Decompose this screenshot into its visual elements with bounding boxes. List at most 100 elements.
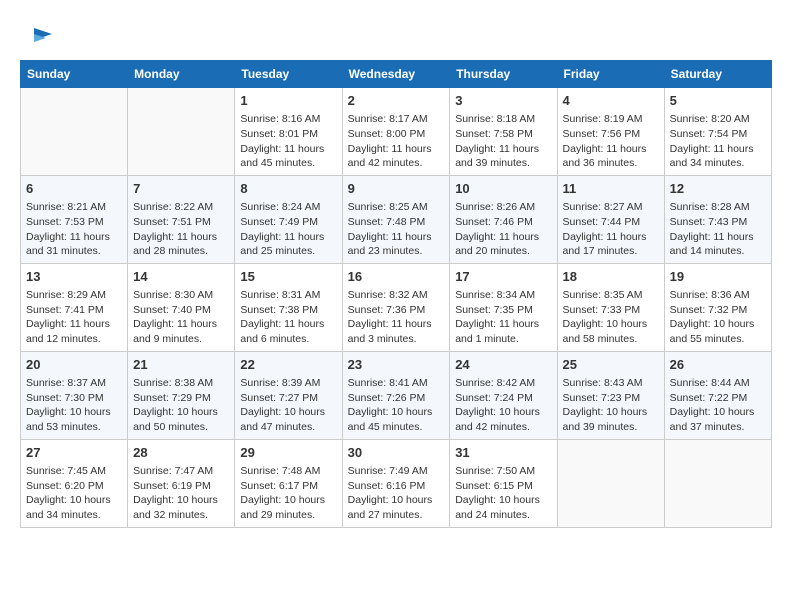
day-number: 25: [563, 356, 659, 374]
page: SundayMondayTuesdayWednesdayThursdayFrid…: [0, 0, 792, 544]
day-number: 23: [348, 356, 445, 374]
header-cell-thursday: Thursday: [450, 61, 557, 88]
day-number: 8: [240, 180, 336, 198]
day-number: 21: [133, 356, 229, 374]
calendar-cell: 1 Sunrise: 8:16 AM Sunset: 8:01 PM Daylig…: [235, 88, 342, 176]
calendar-cell: 10 Sunrise: 8:26 AM Sunset: 7:46 PM Dayli…: [450, 175, 557, 263]
day-info: Sunrise: 8:21 AM Sunset: 7:53 PM Dayligh…: [26, 200, 122, 259]
day-info: Sunrise: 8:36 AM Sunset: 7:32 PM Dayligh…: [670, 288, 766, 347]
week-row-4: 20 Sunrise: 8:37 AM Sunset: 7:30 PM Dayli…: [21, 351, 772, 439]
day-number: 7: [133, 180, 229, 198]
calendar-cell: 18Sunrise: 8:35 AM Sunset: 7:33 PM Dayli…: [557, 263, 664, 351]
calendar-cell: 9 Sunrise: 8:25 AM Sunset: 7:48 PM Daylig…: [342, 175, 450, 263]
calendar-cell: 8 Sunrise: 8:24 AM Sunset: 7:49 PM Daylig…: [235, 175, 342, 263]
day-number: 6: [26, 180, 122, 198]
day-number: 15: [240, 268, 336, 286]
day-info: Sunrise: 8:44 AM Sunset: 7:22 PM Dayligh…: [670, 376, 766, 435]
calendar-cell: 14 Sunrise: 8:30 AM Sunset: 7:40 PM Dayli…: [128, 263, 235, 351]
week-row-2: 6 Sunrise: 8:21 AM Sunset: 7:53 PM Daylig…: [21, 175, 772, 263]
day-info: Sunrise: 8:24 AM Sunset: 7:49 PM Dayligh…: [240, 200, 336, 259]
calendar-cell: 6 Sunrise: 8:21 AM Sunset: 7:53 PM Daylig…: [21, 175, 128, 263]
day-info: Sunrise: 8:34 AM Sunset: 7:35 PM Dayligh…: [455, 288, 551, 347]
day-info: Sunrise: 8:43 AM Sunset: 7:23 PM Dayligh…: [563, 376, 659, 435]
calendar-cell: 21 Sunrise: 8:38 AM Sunset: 7:29 PM Dayli…: [128, 351, 235, 439]
week-row-1: 1 Sunrise: 8:16 AM Sunset: 8:01 PM Daylig…: [21, 88, 772, 176]
day-info: Sunrise: 8:38 AM Sunset: 7:29 PM Dayligh…: [133, 376, 229, 435]
day-info: Sunrise: 8:18 AM Sunset: 7:58 PM Dayligh…: [455, 112, 551, 171]
calendar-header: SundayMondayTuesdayWednesdayThursdayFrid…: [21, 61, 772, 88]
calendar-cell: [664, 439, 771, 527]
calendar-cell: 11Sunrise: 8:27 AM Sunset: 7:44 PM Dayli…: [557, 175, 664, 263]
day-number: 28: [133, 444, 229, 462]
day-number: 16: [348, 268, 445, 286]
calendar-cell: 28Sunrise: 7:47 AM Sunset: 6:19 PM Dayli…: [128, 439, 235, 527]
day-number: 20: [26, 356, 122, 374]
calendar-cell: [557, 439, 664, 527]
day-info: Sunrise: 8:31 AM Sunset: 7:38 PM Dayligh…: [240, 288, 336, 347]
header-cell-sunday: Sunday: [21, 61, 128, 88]
calendar-cell: [128, 88, 235, 176]
day-number: 17: [455, 268, 551, 286]
day-number: 26: [670, 356, 766, 374]
day-info: Sunrise: 8:27 AM Sunset: 7:44 PM Dayligh…: [563, 200, 659, 259]
calendar-cell: 30 Sunrise: 7:49 AM Sunset: 6:16 PM Dayli…: [342, 439, 450, 527]
day-number: 14: [133, 268, 229, 286]
day-info: Sunrise: 8:29 AM Sunset: 7:41 PM Dayligh…: [26, 288, 122, 347]
day-info: Sunrise: 8:20 AM Sunset: 7:54 PM Dayligh…: [670, 112, 766, 171]
day-info: Sunrise: 7:50 AM Sunset: 6:15 PM Dayligh…: [455, 464, 551, 523]
day-info: Sunrise: 8:42 AM Sunset: 7:24 PM Dayligh…: [455, 376, 551, 435]
day-info: Sunrise: 8:30 AM Sunset: 7:40 PM Dayligh…: [133, 288, 229, 347]
calendar-cell: 5 Sunrise: 8:20 AM Sunset: 7:54 PM Daylig…: [664, 88, 771, 176]
day-number: 1: [240, 92, 336, 110]
calendar: SundayMondayTuesdayWednesdayThursdayFrid…: [20, 60, 772, 528]
logo: [20, 20, 56, 52]
day-info: Sunrise: 8:39 AM Sunset: 7:27 PM Dayligh…: [240, 376, 336, 435]
day-number: 18: [563, 268, 659, 286]
calendar-cell: 23 Sunrise: 8:41 AM Sunset: 7:26 PM Dayli…: [342, 351, 450, 439]
header-row: SundayMondayTuesdayWednesdayThursdayFrid…: [21, 61, 772, 88]
calendar-cell: 13 Sunrise: 8:29 AM Sunset: 7:41 PM Dayli…: [21, 263, 128, 351]
day-info: Sunrise: 7:45 AM Sunset: 6:20 PM Dayligh…: [26, 464, 122, 523]
calendar-cell: 24Sunrise: 8:42 AM Sunset: 7:24 PM Dayli…: [450, 351, 557, 439]
calendar-cell: 16Sunrise: 8:32 AM Sunset: 7:36 PM Dayli…: [342, 263, 450, 351]
day-info: Sunrise: 8:28 AM Sunset: 7:43 PM Dayligh…: [670, 200, 766, 259]
day-info: Sunrise: 8:16 AM Sunset: 8:01 PM Dayligh…: [240, 112, 336, 171]
day-info: Sunrise: 8:37 AM Sunset: 7:30 PM Dayligh…: [26, 376, 122, 435]
header-cell-tuesday: Tuesday: [235, 61, 342, 88]
day-number: 30: [348, 444, 445, 462]
logo-icon: [24, 20, 56, 52]
day-info: Sunrise: 7:49 AM Sunset: 6:16 PM Dayligh…: [348, 464, 445, 523]
calendar-cell: 4Sunrise: 8:19 AM Sunset: 7:56 PM Daylig…: [557, 88, 664, 176]
calendar-cell: 26 Sunrise: 8:44 AM Sunset: 7:22 PM Dayli…: [664, 351, 771, 439]
calendar-cell: 27Sunrise: 7:45 AM Sunset: 6:20 PM Dayli…: [21, 439, 128, 527]
calendar-cell: 19Sunrise: 8:36 AM Sunset: 7:32 PM Dayli…: [664, 263, 771, 351]
day-number: 5: [670, 92, 766, 110]
day-info: Sunrise: 8:17 AM Sunset: 8:00 PM Dayligh…: [348, 112, 445, 171]
day-number: 29: [240, 444, 336, 462]
calendar-cell: 31 Sunrise: 7:50 AM Sunset: 6:15 PM Dayli…: [450, 439, 557, 527]
calendar-cell: 29 Sunrise: 7:48 AM Sunset: 6:17 PM Dayli…: [235, 439, 342, 527]
calendar-cell: 15 Sunrise: 8:31 AM Sunset: 7:38 PM Dayli…: [235, 263, 342, 351]
day-number: 9: [348, 180, 445, 198]
day-number: 31: [455, 444, 551, 462]
day-number: 3: [455, 92, 551, 110]
calendar-cell: [21, 88, 128, 176]
day-info: Sunrise: 8:25 AM Sunset: 7:48 PM Dayligh…: [348, 200, 445, 259]
header: [20, 16, 772, 52]
day-number: 10: [455, 180, 551, 198]
calendar-cell: 3 Sunrise: 8:18 AM Sunset: 7:58 PM Daylig…: [450, 88, 557, 176]
calendar-cell: 22Sunrise: 8:39 AM Sunset: 7:27 PM Dayli…: [235, 351, 342, 439]
calendar-cell: 25 Sunrise: 8:43 AM Sunset: 7:23 PM Dayli…: [557, 351, 664, 439]
calendar-body: 1 Sunrise: 8:16 AM Sunset: 8:01 PM Daylig…: [21, 88, 772, 528]
day-info: Sunrise: 8:41 AM Sunset: 7:26 PM Dayligh…: [348, 376, 445, 435]
week-row-3: 13 Sunrise: 8:29 AM Sunset: 7:41 PM Dayli…: [21, 263, 772, 351]
calendar-cell: 17 Sunrise: 8:34 AM Sunset: 7:35 PM Dayli…: [450, 263, 557, 351]
calendar-cell: 12 Sunrise: 8:28 AM Sunset: 7:43 PM Dayli…: [664, 175, 771, 263]
day-number: 12: [670, 180, 766, 198]
day-info: Sunrise: 8:26 AM Sunset: 7:46 PM Dayligh…: [455, 200, 551, 259]
day-number: 2: [348, 92, 445, 110]
day-number: 13: [26, 268, 122, 286]
header-cell-friday: Friday: [557, 61, 664, 88]
day-info: Sunrise: 7:48 AM Sunset: 6:17 PM Dayligh…: [240, 464, 336, 523]
day-number: 4: [563, 92, 659, 110]
